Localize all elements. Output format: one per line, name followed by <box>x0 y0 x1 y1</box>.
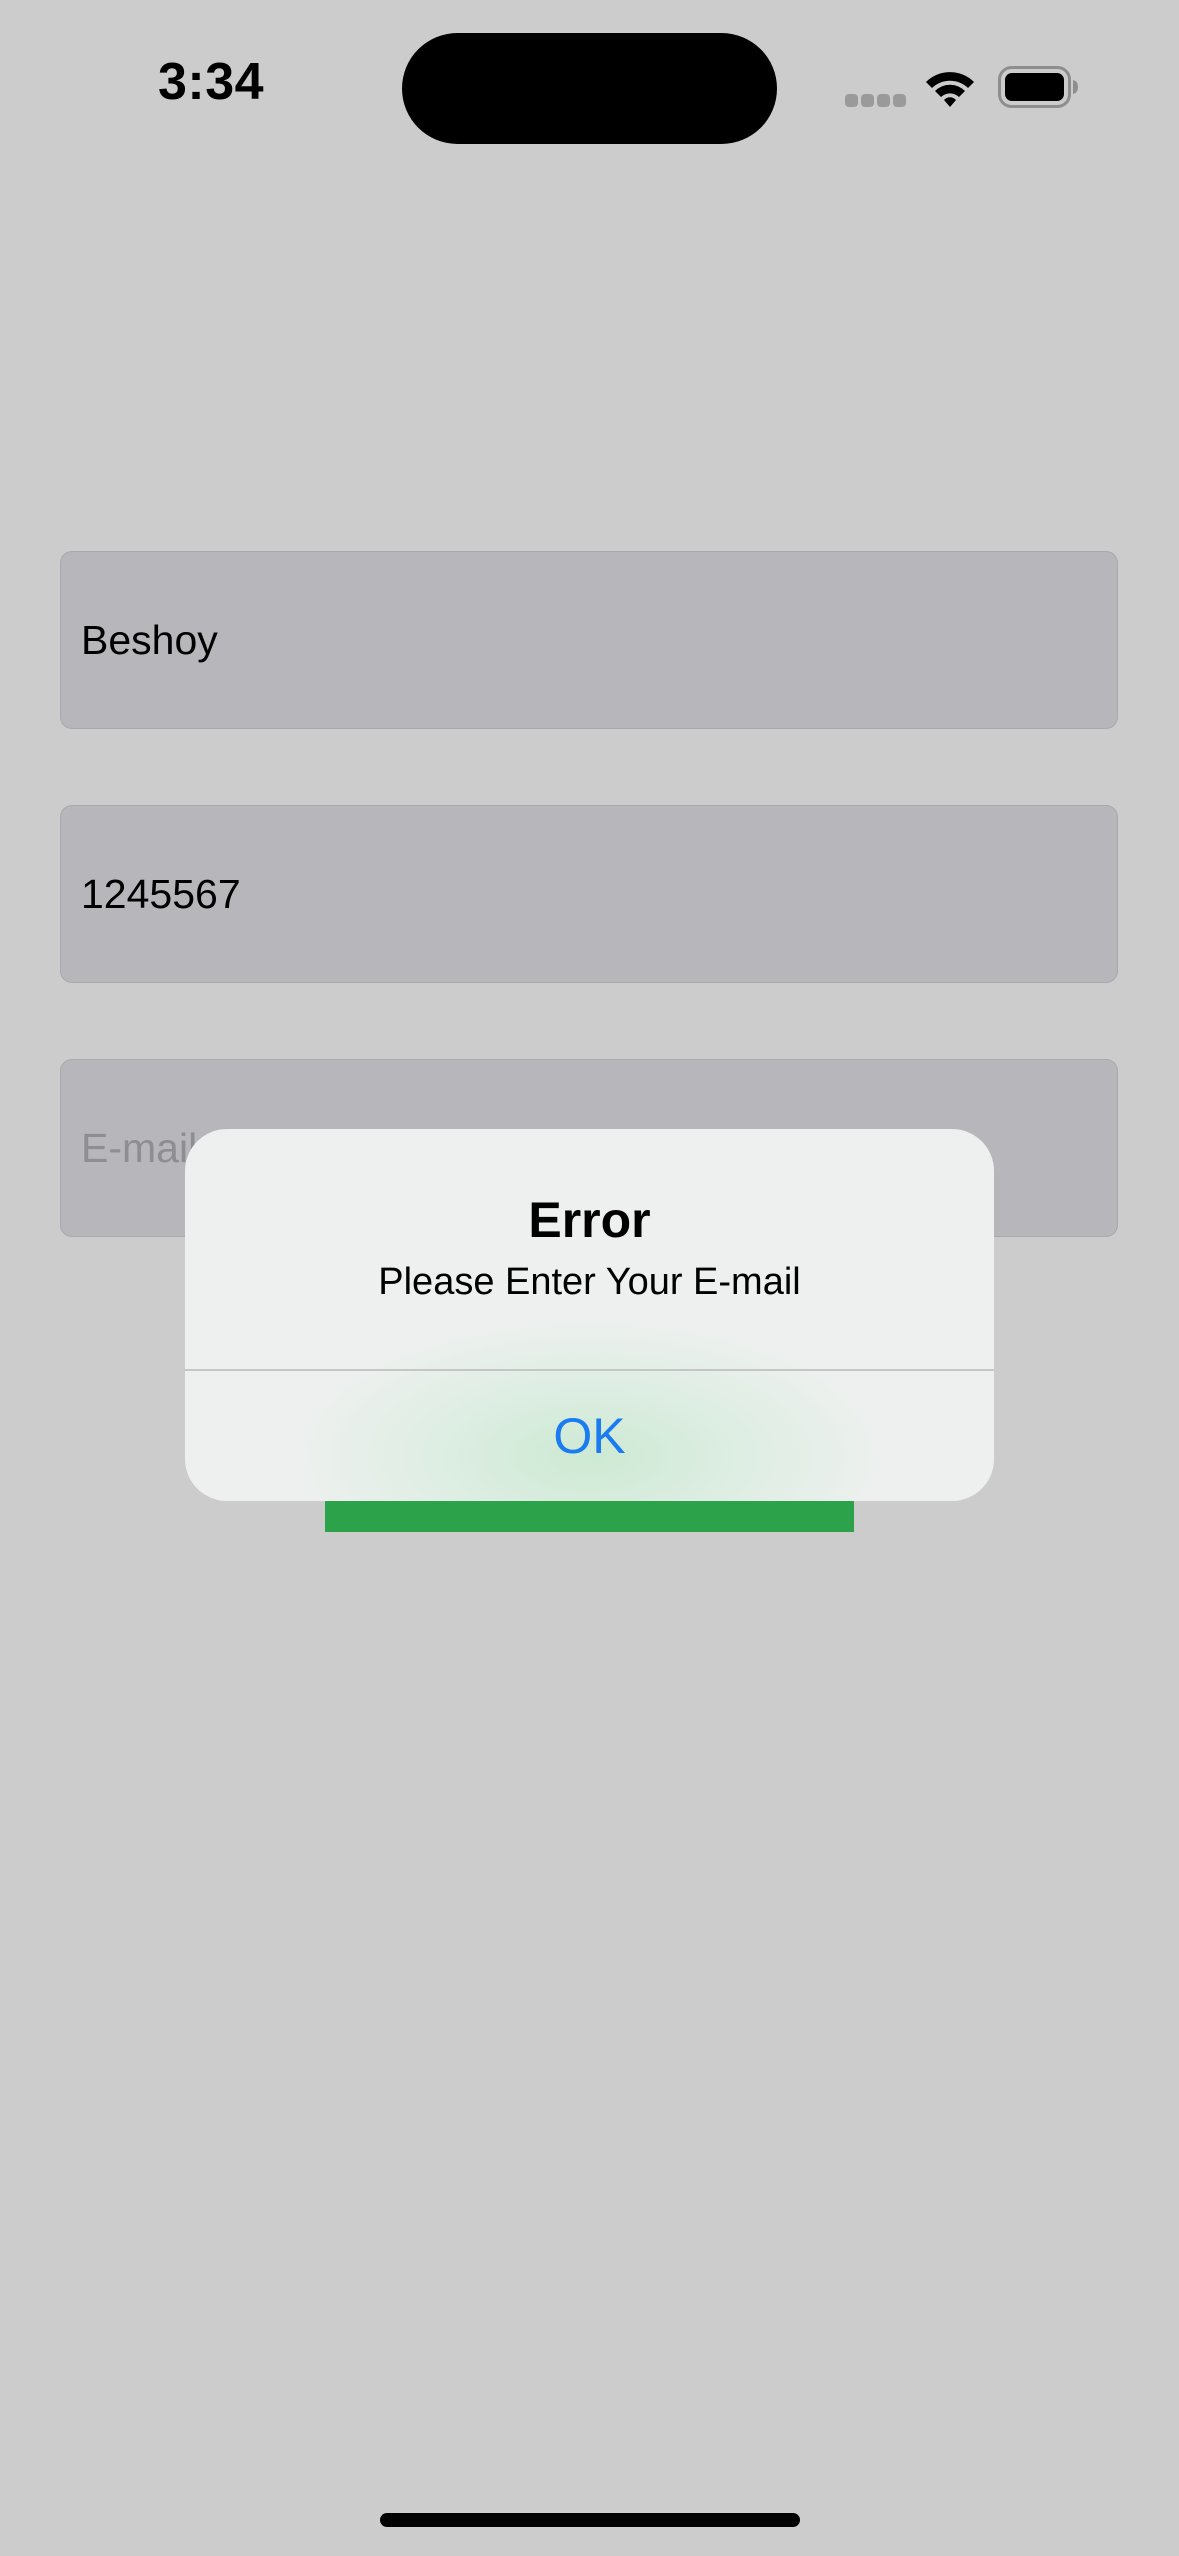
name-field[interactable] <box>60 551 1118 729</box>
status-bar-time: 3:34 <box>158 53 265 111</box>
signal-icon <box>845 94 906 110</box>
home-indicator[interactable] <box>380 2513 800 2527</box>
error-alert: Error Please Enter Your E-mail OK <box>185 1129 994 1501</box>
phone-field[interactable] <box>60 805 1118 983</box>
dynamic-island <box>402 33 777 144</box>
battery-icon <box>998 66 1078 108</box>
phone-input[interactable] <box>81 806 1081 982</box>
wifi-icon <box>926 72 974 107</box>
alert-ok-button[interactable]: OK <box>185 1371 994 1501</box>
alert-title: Error <box>528 1192 651 1248</box>
alert-message: Please Enter Your E-mail <box>378 1261 801 1303</box>
name-input[interactable] <box>81 552 1081 728</box>
